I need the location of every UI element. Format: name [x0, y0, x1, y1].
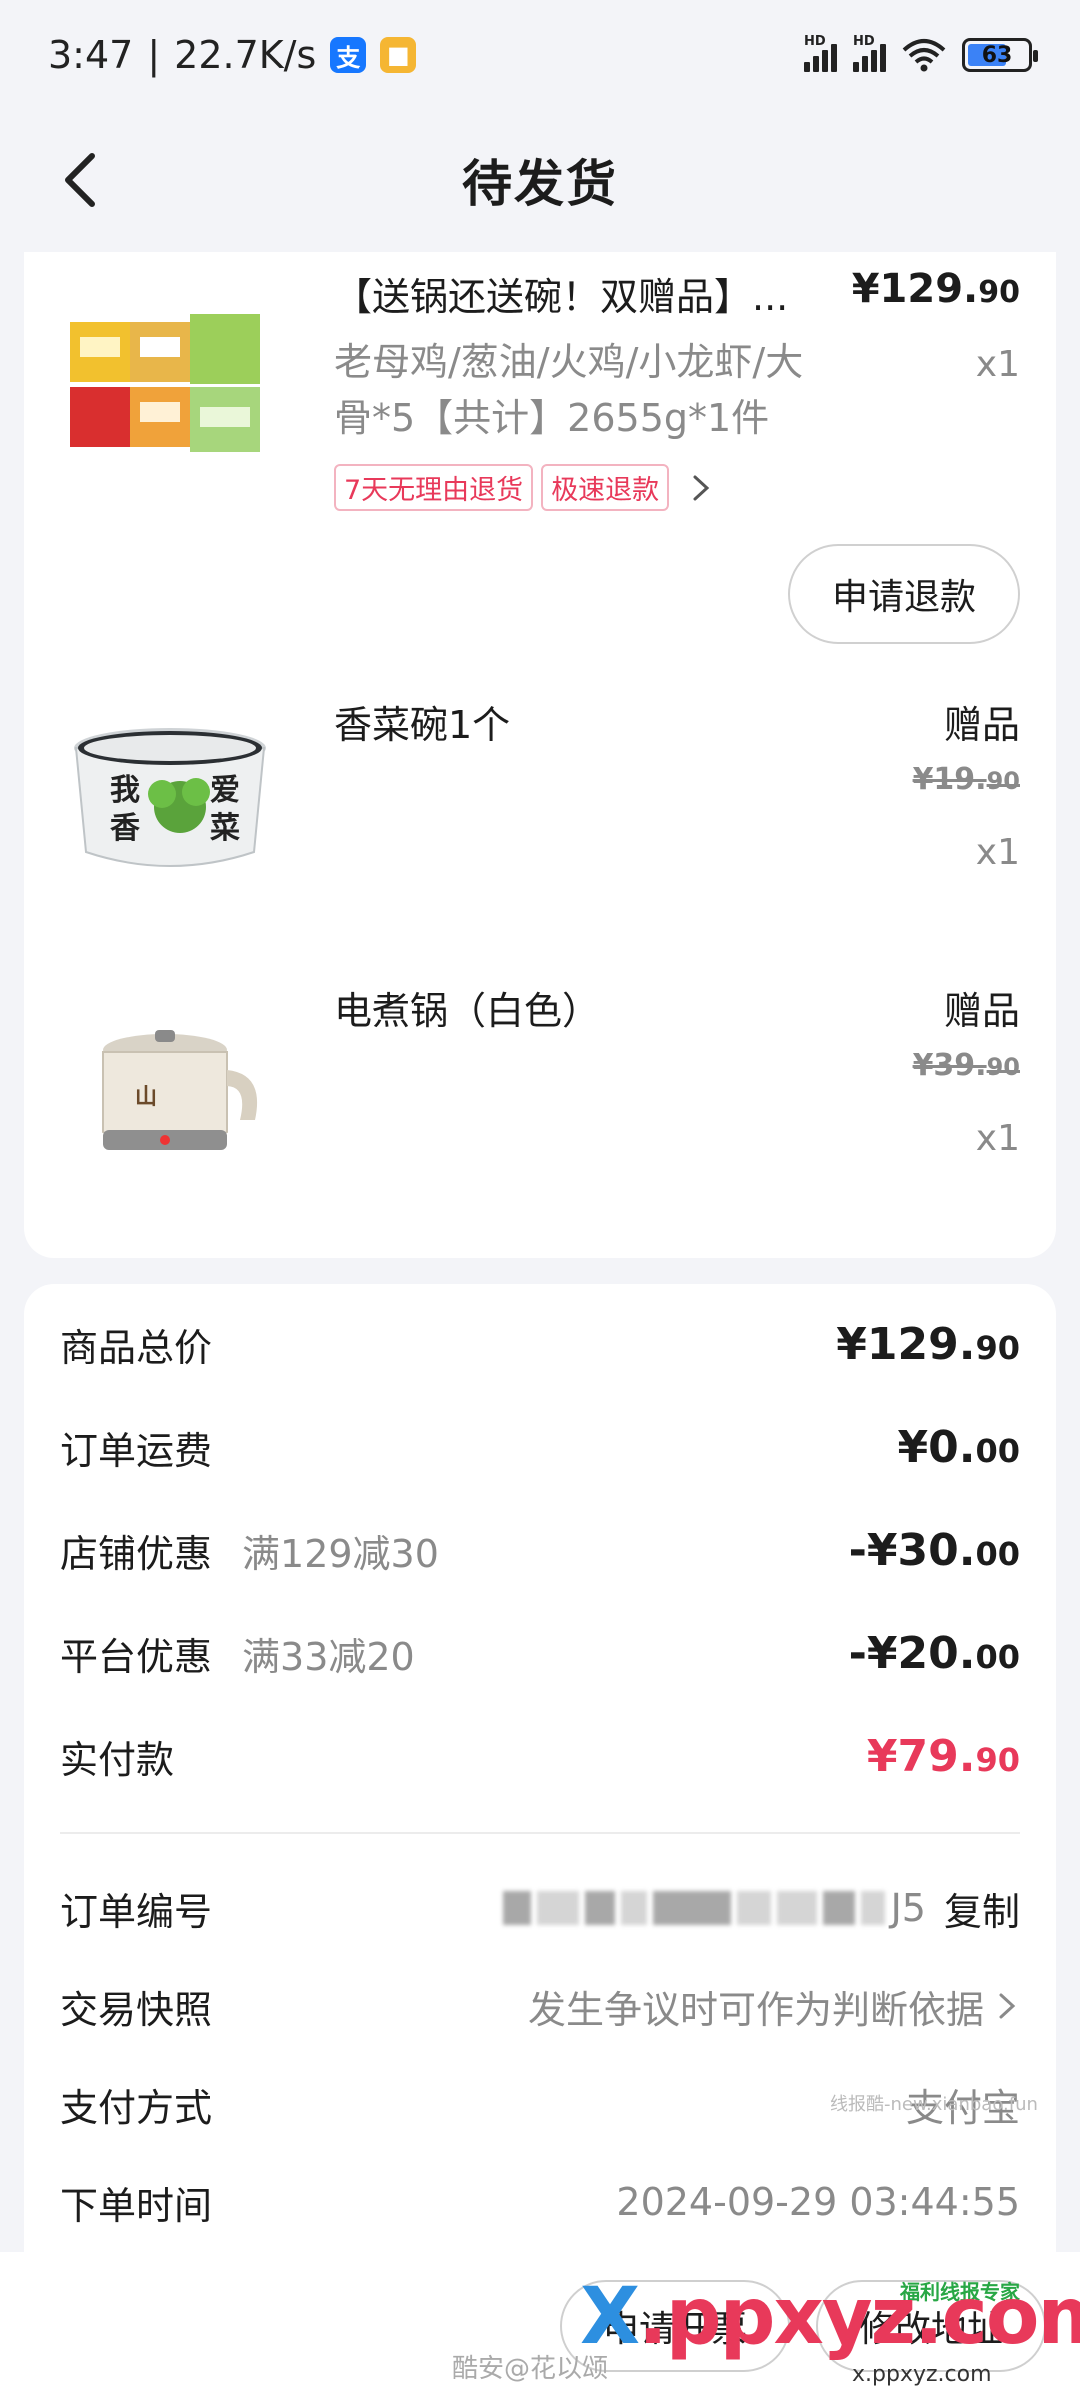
svg-text:香: 香 — [110, 811, 140, 846]
page-title: 待发货 — [462, 155, 618, 213]
alipay-icon: 支 — [330, 37, 367, 73]
product-image-noodles — [70, 314, 260, 452]
shipping-row: 订单运费 ¥0.00 — [60, 1421, 1020, 1473]
product-price: ¥129.90 — [851, 266, 1020, 312]
order-summary-card: 商品总价 ¥129.90 订单运费 ¥0.00 店铺优惠 满129减30 -¥3… — [24, 1284, 1056, 2284]
order-time-row: 下单时间 2024-09-29 03:44:55 — [60, 2180, 1020, 2228]
product-item-pot[interactable]: 山 电煮锅（白色） 赠品 ¥39.90 x1 — [24, 962, 1056, 1252]
svg-text:山: 山 — [135, 1085, 157, 1110]
store-discount-value: -¥30.00 — [848, 1524, 1020, 1576]
back-button[interactable] — [50, 150, 110, 210]
gift-label: 赠品 — [943, 703, 1020, 747]
goods-total-row: 商品总价 ¥129.90 — [60, 1318, 1020, 1370]
tag-fast-refund: 极速退款 — [541, 464, 670, 511]
platform-discount-rule: 满33减20 — [242, 1634, 415, 1679]
product-image-pot: 山 — [102, 1030, 258, 1150]
original-price: ¥19.90 — [912, 762, 1020, 797]
paid-amount-value: ¥79.90 — [866, 1730, 1020, 1782]
original-price: ¥39.90 — [912, 1048, 1020, 1083]
paid-amount-row: 实付款 ¥79.90 — [60, 1730, 1020, 1782]
status-time: 3:47 — [48, 33, 134, 77]
store-discount-row: 店铺优惠 满129减30 -¥30.00 — [60, 1524, 1020, 1576]
platform-discount-row: 平台优惠 满33减20 -¥20.00 — [60, 1627, 1020, 1679]
service-tags[interactable]: 7天无理由退货 极速退款 — [334, 464, 711, 511]
product-item-bowl[interactable]: 我 爱 香 菜 香菜碗1个 赠品 ¥19.90 x1 — [24, 672, 1056, 962]
product-item-noodles[interactable]: 【送锅还送碗！双赠品】... 老母鸡/葱油/火鸡/小龙虾/大骨*5【共计】265… — [24, 252, 1056, 672]
product-title: 【送锅还送碗！双赠品】... — [334, 275, 789, 319]
goods-total-value: ¥129.90 — [836, 1318, 1020, 1370]
divider — [60, 1832, 1020, 1834]
trade-snapshot-row[interactable]: 交易快照 发生争议时可作为判断依据 — [60, 1976, 1020, 2036]
store-discount-rule: 满129减30 — [242, 1531, 439, 1576]
svg-text:我: 我 — [110, 773, 140, 808]
apply-refund-button[interactable]: 申请退款 — [788, 544, 1020, 644]
watermark-logo-sub: x.ppxyz.com — [852, 2362, 992, 2387]
wifi-icon — [902, 39, 946, 72]
product-title: 电煮锅（白色） — [334, 989, 601, 1033]
chevron-right-icon — [693, 475, 710, 500]
order-number-value: J5 — [502, 1886, 926, 1930]
network-speed: 22.7K/s — [174, 33, 317, 77]
gift-label: 赠品 — [943, 989, 1020, 1033]
signal-icon-1: HD — [804, 34, 837, 72]
watermark-text: 线报酷-new.xianbao.fun — [830, 2094, 1038, 2115]
trade-snapshot-hint: 发生争议时可作为判断依据 — [527, 1987, 984, 2032]
product-qty: x1 — [975, 832, 1020, 873]
copy-order-number-button[interactable]: 复制 — [944, 1881, 1020, 1936]
status-bar: 3:47 | 22.7K/s 支 ■ HD HD 63 — [0, 0, 1080, 110]
svg-text:爱: 爱 — [210, 773, 240, 808]
product-qty: x1 — [975, 344, 1020, 385]
page-header: 待发货 — [0, 110, 1080, 250]
watermark-logo: X.ppxyz.com — [580, 2272, 1080, 2362]
product-qty: x1 — [975, 1118, 1020, 1159]
order-time-value: 2024-09-29 03:44:55 — [616, 2180, 1020, 2224]
notes-icon: ■ — [380, 37, 417, 73]
signal-icon-2: HD — [853, 34, 886, 72]
product-image-bowl: 我 爱 香 菜 — [74, 728, 266, 867]
products-card: 【送锅还送碗！双赠品】... 老母鸡/葱油/火鸡/小龙虾/大骨*5【共计】265… — [24, 252, 1056, 1258]
product-title: 香菜碗1个 — [334, 703, 511, 747]
credit-watermark: 酷安@花以颂 — [452, 2354, 609, 2384]
tag-7day-return: 7天无理由退货 — [334, 464, 534, 511]
chevron-left-icon — [65, 153, 95, 207]
product-spec: 老母鸡/葱油/火鸡/小龙虾/大骨*5【共计】2655g*1件 — [334, 340, 804, 440]
order-number-row: 订单编号 J5 复制 — [60, 1878, 1020, 1938]
platform-discount-value: -¥20.00 — [848, 1627, 1020, 1679]
shipping-value: ¥0.00 — [897, 1421, 1020, 1473]
svg-text:菜: 菜 — [210, 811, 240, 846]
battery-icon: 63 — [962, 38, 1038, 72]
chevron-right-icon — [999, 1993, 1016, 2019]
